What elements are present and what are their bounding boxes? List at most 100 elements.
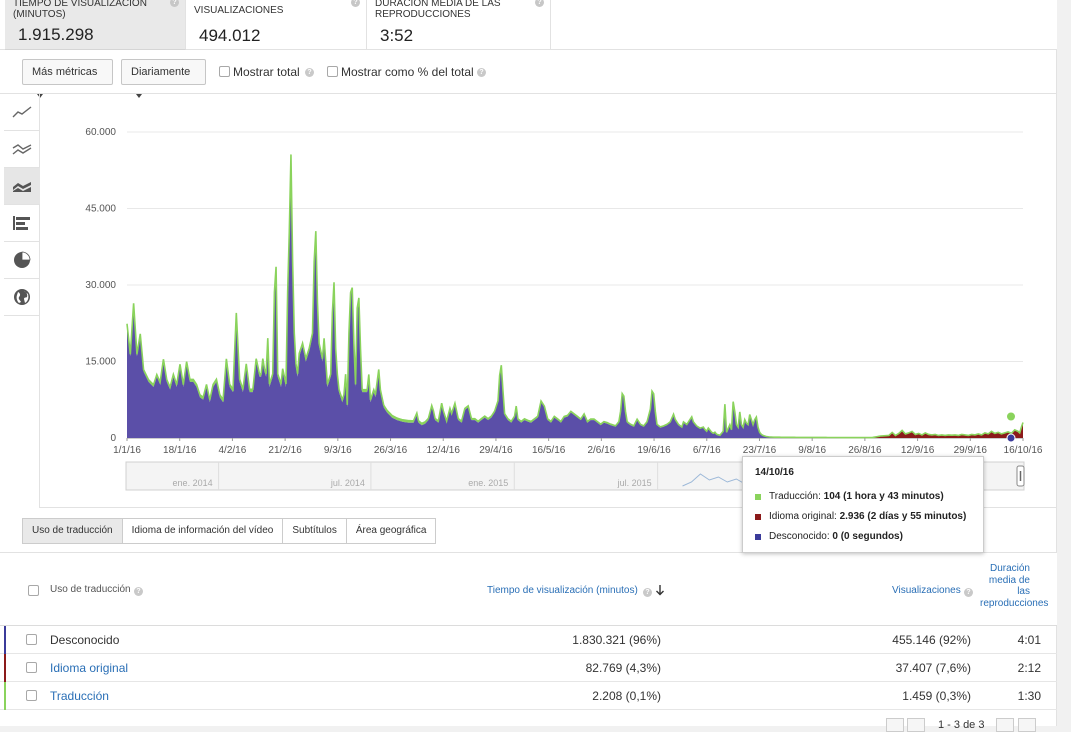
- tab-video-info-language[interactable]: Idioma de información del vídeo: [121, 518, 284, 544]
- row-avg-duration: 4:01: [1017, 633, 1041, 647]
- x-tick-label: 2/6/16: [587, 445, 615, 456]
- x-tick-label: 1/1/16: [113, 445, 141, 456]
- metric-tabs: TIEMPO DE VISUALIZACIÓN (MINUTOS) 1.915.…: [0, 0, 1057, 50]
- tab-subtitles[interactable]: Subtítulos: [282, 518, 347, 544]
- metric-value: 494.012: [199, 26, 261, 45]
- multi-line-chart-icon[interactable]: [4, 131, 40, 168]
- help-icon[interactable]: ?: [643, 588, 652, 597]
- series-color-bar: [4, 626, 6, 654]
- row-dimension-link[interactable]: Idioma original: [50, 661, 128, 675]
- help-icon[interactable]: ?: [134, 587, 143, 596]
- show-percent-label: Mostrar como % del total: [341, 65, 474, 79]
- line-chart-icon[interactable]: [4, 94, 40, 131]
- x-tick-label: 23/7/16: [743, 445, 777, 456]
- chart-canvas[interactable]: 60.000 45.000 30.000 15.000 01/1/16 18/1/16 4/…: [40, 94, 1057, 508]
- table-row[interactable]: Desconocido 1.830.321 (96%) 455.146 (92%…: [0, 626, 1057, 654]
- prev-page-button[interactable]: [907, 718, 925, 732]
- metric-label: TIEMPO DE VISUALIZACIÓN (MINUTOS): [13, 0, 147, 20]
- dropdown-label: Diariamente: [131, 66, 191, 78]
- row-avg-duration: 1:30: [1017, 689, 1041, 703]
- watch-time-chart[interactable]: 60.000 45.000 30.000 15.000 0 1/1/16 18/1/16 4/…: [40, 94, 1057, 508]
- row-watch-time: 2.208 (0,1%): [592, 689, 661, 703]
- interval-dropdown[interactable]: Diariamente: [121, 59, 206, 99]
- analytics-panel: TIEMPO DE VISUALIZACIÓN (MINUTOS) 1.915.…: [0, 0, 1057, 732]
- metric-value: 3:52: [380, 26, 414, 45]
- tooltip-row-translation: Traducción: 104 (1 hora y 43 minutos): [755, 492, 971, 502]
- pie-chart-icon[interactable]: [4, 242, 40, 279]
- column-header-watch-time[interactable]: Tiempo de visualización (minutos): [487, 585, 638, 596]
- tooltip-row-unknown: Desconocido: 0 (0 segundos): [755, 532, 971, 542]
- table-row[interactable]: Traducción 2.208 (0,1%) 1.459 (0,3%) 1:3…: [0, 682, 1057, 710]
- x-tick-label: 12/9/16: [901, 445, 935, 456]
- tab-translation-use[interactable]: Uso de traducción: [22, 518, 123, 544]
- y-tick-label: 15.000: [85, 357, 116, 368]
- metric-label: DURACIÓN MEDIA DE LAS REPRODUCCIONES: [375, 0, 501, 20]
- tooltip-label: Idioma original:: [769, 511, 837, 522]
- metric-tab-views[interactable]: VISUALIZACIONES 494.012 ?: [186, 0, 367, 50]
- tab-geography[interactable]: Área geográfica: [345, 518, 437, 544]
- metric-label: VISUALIZACIONES: [194, 5, 284, 16]
- table-header: Uso de traducción ? Tiempo de visualizac…: [0, 552, 1057, 626]
- x-tick-label: 26/3/16: [374, 445, 408, 456]
- navigator-label: jul. 2015: [617, 478, 652, 488]
- info-icon[interactable]: ?: [535, 0, 544, 7]
- select-all-checkbox[interactable]: [28, 585, 39, 596]
- metric-tab-avg-duration[interactable]: DURACIÓN MEDIA DE LAS REPRODUCCIONES 3:5…: [367, 0, 551, 50]
- row-checkbox[interactable]: [26, 634, 37, 645]
- series-swatch: [755, 534, 761, 540]
- show-percent-checkbox[interactable]: [327, 66, 338, 77]
- column-header-avg-duration[interactable]: Duración media de las reproducciones: [980, 563, 1048, 609]
- x-tick-label: 29/9/16: [954, 445, 988, 456]
- x-tick-label: 18/1/16: [163, 445, 197, 456]
- tooltip-label: Desconocido:: [769, 531, 830, 542]
- chart-type-bar: [4, 94, 40, 508]
- show-total-checkbox[interactable]: [219, 66, 230, 77]
- first-page-button[interactable]: [886, 718, 904, 732]
- row-checkbox[interactable]: [26, 662, 37, 673]
- hover-point-unknown: [1006, 433, 1016, 443]
- metric-tab-watch-time[interactable]: TIEMPO DE VISUALIZACIÓN (MINUTOS) 1.915.…: [5, 0, 186, 50]
- sort-descending-icon[interactable]: [655, 584, 665, 596]
- help-icon[interactable]: ?: [477, 68, 486, 77]
- more-metrics-dropdown[interactable]: Más métricas: [22, 59, 113, 99]
- row-dimension-link[interactable]: Traducción: [50, 689, 109, 703]
- row-views: 1.459 (0,3%): [902, 689, 971, 703]
- series-color-bar: [4, 654, 6, 682]
- x-tick-label: 6/7/16: [693, 445, 721, 456]
- tooltip-value: 104 (1 hora y 43 minutos): [823, 491, 944, 502]
- info-icon[interactable]: ?: [351, 0, 360, 7]
- row-watch-time: 1.830.321 (96%): [572, 633, 661, 647]
- x-tick-label: 21/2/16: [268, 445, 302, 456]
- help-icon[interactable]: ?: [305, 68, 314, 77]
- column-header-dimension[interactable]: Uso de traducción: [50, 584, 131, 595]
- x-tick-label: 19/6/16: [637, 445, 671, 456]
- navigator-label: jul. 2014: [330, 478, 365, 488]
- table-row[interactable]: Idioma original 82.769 (4,3%) 37.407 (7,…: [0, 654, 1057, 682]
- chart-tooltip: 14/10/16 Traducción: 104 (1 hora y 43 mi…: [742, 456, 984, 553]
- x-tick-label: 9/8/16: [798, 445, 826, 456]
- y-tick-label: 45.000: [85, 204, 116, 215]
- row-views: 455.146 (92%): [892, 633, 971, 647]
- last-page-button[interactable]: [1018, 718, 1036, 732]
- dropdown-label: Más métricas: [32, 66, 98, 78]
- tooltip-date: 14/10/16: [755, 467, 794, 478]
- next-page-button[interactable]: [996, 718, 1014, 732]
- y-tick-label: 60.000: [85, 127, 116, 138]
- tooltip-label: Traducción:: [769, 491, 821, 502]
- x-tick-label: 29/4/16: [479, 445, 513, 456]
- stacked-area-chart-icon[interactable]: [4, 168, 40, 205]
- x-tick-label: 4/2/16: [219, 445, 247, 456]
- x-tick-label: 12/4/16: [427, 445, 461, 456]
- bar-chart-icon[interactable]: [4, 205, 40, 242]
- x-tick-label: 9/3/16: [324, 445, 352, 456]
- info-icon[interactable]: ?: [170, 0, 179, 7]
- x-tick-label: 16/5/16: [532, 445, 566, 456]
- row-avg-duration: 2:12: [1017, 661, 1041, 675]
- tooltip-value: 2.936 (2 días y 55 minutos): [839, 511, 967, 522]
- navigator-label: ene. 2014: [173, 478, 213, 488]
- help-icon[interactable]: ?: [964, 588, 973, 597]
- row-checkbox[interactable]: [26, 690, 37, 701]
- column-header-views[interactable]: Visualizaciones: [892, 585, 961, 596]
- series-swatch: [755, 514, 761, 520]
- globe-map-icon[interactable]: [4, 279, 40, 316]
